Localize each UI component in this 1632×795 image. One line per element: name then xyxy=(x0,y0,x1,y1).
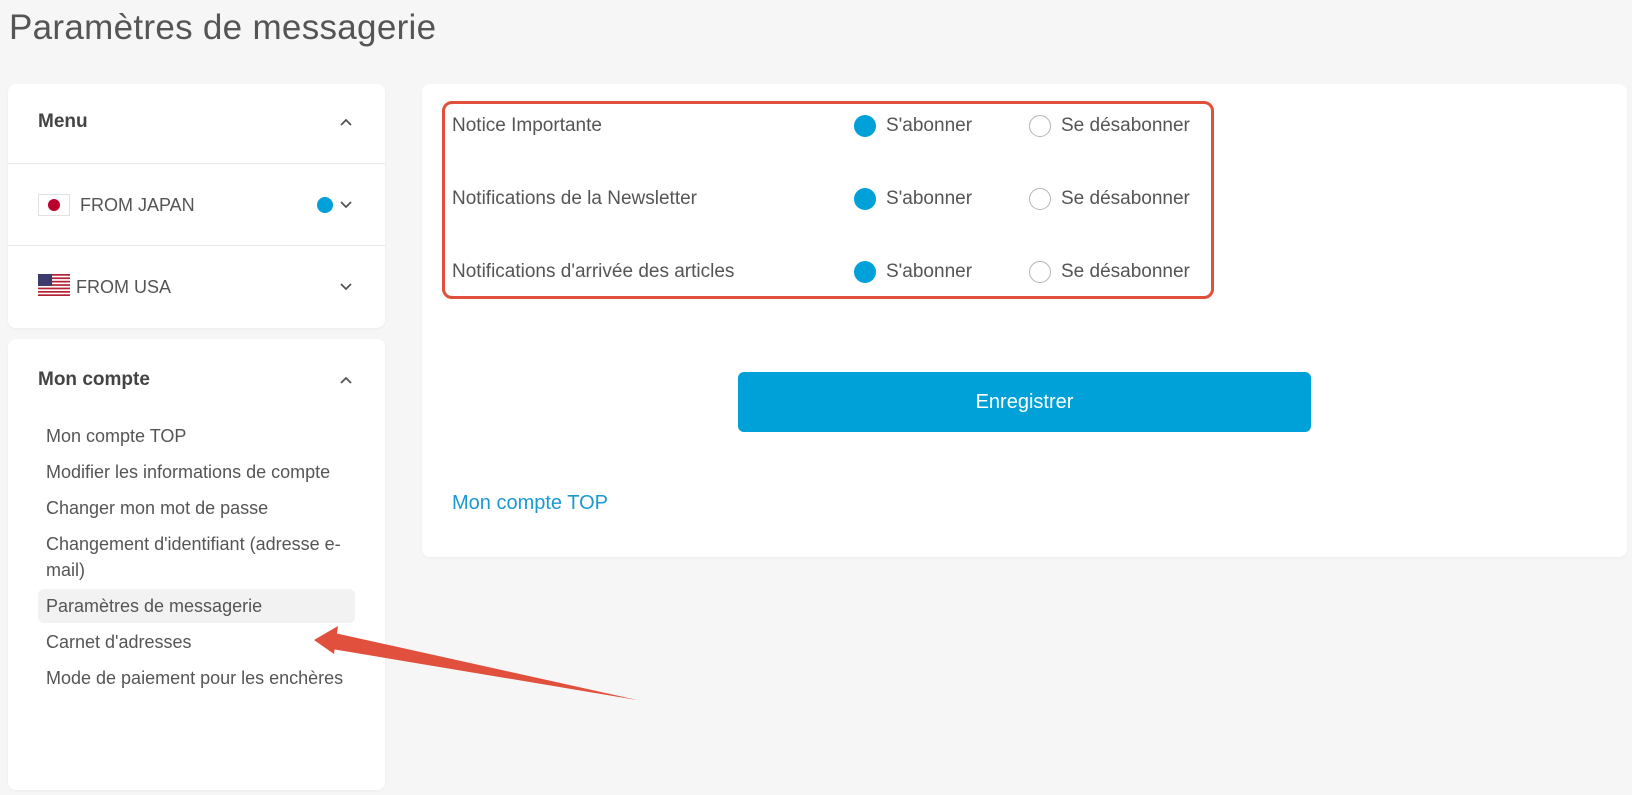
radio-checked-icon xyxy=(854,261,876,283)
account-card: Mon compte Mon compte TOP Modifier les i… xyxy=(8,339,385,790)
unsubscribe-label: Se désabonner xyxy=(1061,115,1190,136)
account-link-edit-info[interactable]: Modifier les informations de compte xyxy=(38,455,355,489)
mail-settings-card: Notice Importante S'abonner Se désabonne… xyxy=(422,84,1627,557)
subscribe-radio[interactable]: S'abonner xyxy=(854,115,1029,137)
unsubscribe-radio[interactable]: Se désabonner xyxy=(1029,188,1190,210)
menu-card: Menu FROM JAPAN FROM USA xyxy=(8,84,385,328)
subscribe-label: S'abonner xyxy=(886,261,973,282)
divider xyxy=(8,163,385,164)
account-header[interactable]: Mon compte xyxy=(38,369,355,391)
chevron-up-icon xyxy=(337,113,355,131)
menu-item-from-usa[interactable]: FROM USA xyxy=(38,272,355,302)
pref-row-item-arrival: Notifications d'arrivée des articles S'a… xyxy=(452,257,1190,287)
account-nav-list: Mon compte TOP Modifier les informations… xyxy=(38,419,355,697)
pref-row-newsletter: Notifications de la Newsletter S'abonner… xyxy=(452,184,1190,214)
radio-checked-icon xyxy=(854,115,876,137)
usa-flag-icon xyxy=(38,273,70,301)
unsubscribe-label: Se désabonner xyxy=(1061,188,1190,209)
notification-dot-icon xyxy=(317,197,333,213)
save-button[interactable]: Enregistrer xyxy=(738,372,1311,432)
unsubscribe-radio[interactable]: Se désabonner xyxy=(1029,261,1190,283)
unsubscribe-label: Se désabonner xyxy=(1061,261,1190,282)
subscribe-radio[interactable]: S'abonner xyxy=(854,261,1029,283)
chevron-down-icon xyxy=(337,278,355,296)
account-link-change-email[interactable]: Changement d'identifiant (adresse e-mail… xyxy=(38,527,355,587)
account-link-payment-method[interactable]: Mode de paiement pour les enchères xyxy=(38,661,355,695)
account-link-mail-settings[interactable]: Paramètres de messagerie xyxy=(38,589,355,623)
chevron-down-icon xyxy=(337,196,355,214)
menu-heading: Menu xyxy=(38,111,88,132)
menu-item-label: FROM JAPAN xyxy=(80,194,195,215)
account-link-address-book[interactable]: Carnet d'adresses xyxy=(38,625,355,659)
account-link-change-password[interactable]: Changer mon mot de passe xyxy=(38,491,355,525)
radio-unchecked-icon xyxy=(1029,188,1051,210)
account-heading: Mon compte xyxy=(38,369,150,390)
subscribe-label: S'abonner xyxy=(886,188,973,209)
subscribe-radio[interactable]: S'abonner xyxy=(854,188,1029,210)
radio-checked-icon xyxy=(854,188,876,210)
pref-label: Notifications d'arrivée des articles xyxy=(452,261,735,282)
japan-flag-icon xyxy=(38,194,70,216)
subscribe-label: S'abonner xyxy=(886,115,973,136)
pref-row-important-notice: Notice Importante S'abonner Se désabonne… xyxy=(452,111,1190,141)
divider xyxy=(8,245,385,246)
unsubscribe-radio[interactable]: Se désabonner xyxy=(1029,115,1190,137)
pref-label: Notifications de la Newsletter xyxy=(452,188,697,209)
menu-item-label: FROM USA xyxy=(76,276,172,297)
page-title: Paramètres de messagerie xyxy=(9,8,437,47)
menu-item-from-japan[interactable]: FROM JAPAN xyxy=(38,190,355,220)
menu-header[interactable]: Menu xyxy=(38,111,355,133)
chevron-up-icon xyxy=(337,371,355,389)
radio-unchecked-icon xyxy=(1029,261,1051,283)
radio-unchecked-icon xyxy=(1029,115,1051,137)
pref-label: Notice Importante xyxy=(452,115,602,136)
account-link-top[interactable]: Mon compte TOP xyxy=(38,419,355,453)
account-top-link[interactable]: Mon compte TOP xyxy=(452,492,608,515)
